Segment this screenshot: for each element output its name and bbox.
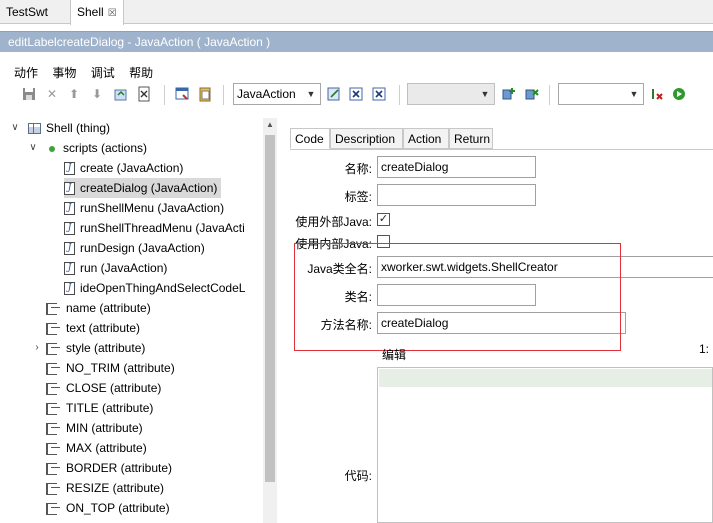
java-action-icon: J — [64, 162, 75, 176]
tag-input[interactable] — [377, 184, 536, 206]
tree-item-action[interactable]: Jrun (JavaAction) — [64, 258, 167, 278]
folder-icon — [49, 145, 55, 152]
attribute-icon — [46, 422, 61, 436]
tree-item-attribute[interactable]: MAX (attribute) — [46, 438, 147, 458]
editor-tab-shell[interactable]: Shell ☒ — [70, 0, 124, 25]
name-input[interactable]: createDialog — [377, 156, 536, 178]
current-line-highlight — [379, 369, 712, 387]
collapse-icon[interactable]: ∨ — [10, 118, 20, 138]
tree-item-attribute[interactable]: RESIZE (attribute) — [46, 478, 164, 498]
collapse-icon[interactable]: ∨ — [28, 138, 38, 158]
edit-link[interactable]: 编辑 — [382, 346, 406, 363]
attribute-icon — [46, 382, 61, 396]
attribute-icon — [46, 302, 61, 316]
tree-item-action[interactable]: JcreateDialog (JavaAction) — [64, 178, 222, 198]
save-icon[interactable] — [21, 86, 37, 102]
menu-help[interactable]: 帮助 — [129, 64, 153, 81]
tab-action[interactable]: Action — [403, 128, 449, 149]
tree-item-scripts[interactable]: ∨ scripts (actions) — [6, 138, 262, 158]
paste-icon[interactable] — [197, 86, 213, 102]
tree-scrollbar[interactable]: ▲ — [263, 118, 277, 523]
tree-item-attribute[interactable]: BORDER (attribute) — [46, 458, 172, 478]
use-outer-java-checkbox[interactable]: ✓ — [377, 213, 390, 226]
tree-item-action[interactable]: Jcreate (JavaAction) — [64, 158, 183, 178]
chevron-down-icon: ▼ — [629, 89, 639, 99]
run-target-select[interactable]: ▼ — [558, 83, 644, 105]
tree-item-attribute[interactable]: ON_TOP (attribute) — [46, 498, 170, 518]
editor-tab-testswt[interactable]: TestSwt — [0, 0, 54, 24]
highlight-box — [294, 243, 621, 351]
scrollbar-thumb[interactable] — [265, 135, 275, 482]
attribute-icon — [46, 462, 61, 476]
java-action-icon: J — [64, 242, 75, 256]
thing-tree: ∨ Shell (thing) ∨ scripts (actions) Jcre… — [6, 118, 262, 523]
java-action-icon: J — [64, 222, 75, 236]
java-action-icon: J — [64, 182, 75, 196]
code-label: 代码: — [344, 469, 372, 483]
tab-code[interactable]: Code — [290, 128, 330, 149]
menu-debug[interactable]: 调试 — [91, 64, 115, 81]
outline-icon[interactable] — [174, 86, 190, 102]
tree-item-action[interactable]: JrunShellMenu (JavaAction) — [64, 198, 224, 218]
tree-item-attribute[interactable]: CLOSE (attribute) — [46, 378, 161, 398]
attribute-icon — [46, 402, 61, 416]
remove-action-icon[interactable] — [348, 86, 364, 102]
menubar: 动作 事物 调试 帮助 — [14, 64, 164, 80]
remove-node-icon[interactable] — [523, 86, 539, 102]
tree-item-attribute[interactable]: NO_TRIM (attribute) — [46, 358, 175, 378]
thing-icon — [28, 123, 41, 135]
secondary-select[interactable]: ▼ — [407, 83, 495, 105]
tab-return[interactable]: Return — [449, 128, 493, 149]
menu-action[interactable]: 动作 — [14, 64, 38, 81]
tree-item-attribute[interactable]: text (attribute) — [46, 318, 140, 338]
use-outer-java-label: 使用外部Java: — [295, 215, 372, 229]
attribute-icon — [46, 342, 61, 356]
delete-icon[interactable]: ✕ — [44, 86, 60, 102]
attribute-icon — [46, 502, 61, 516]
editor-tab-bar: TestSwt Shell ☒ — [0, 0, 713, 25]
toolbar: ✕ ⬆ ⬇ JavaAction ▼ ▼ ▼ — [0, 83, 713, 107]
tree-item-action[interactable]: JideOpenThingAndSelectCodeL — [64, 278, 245, 298]
export-icon[interactable] — [136, 86, 152, 102]
add-node-icon[interactable] — [500, 86, 516, 102]
chevron-down-icon: ▼ — [306, 89, 316, 99]
java-action-icon: J — [64, 282, 75, 296]
run-icon[interactable] — [671, 86, 687, 102]
refresh-icon[interactable] — [113, 86, 129, 102]
tree-item-action[interactable]: JrunShellThreadMenu (JavaActi — [64, 218, 245, 238]
editor-title: editLabelcreateDialog - JavaAction ( Jav… — [0, 31, 713, 52]
tag-label: 标签: — [344, 190, 372, 204]
java-action-icon: J — [64, 262, 75, 276]
attribute-icon — [46, 482, 61, 496]
attribute-icon — [46, 322, 61, 336]
attribute-icon — [46, 362, 61, 376]
tree-item-action[interactable]: JrunDesign (JavaAction) — [64, 238, 205, 258]
code-editor[interactable] — [377, 367, 713, 523]
tree-item-attribute[interactable]: MIN (attribute) — [46, 418, 143, 438]
menu-thing[interactable]: 事物 — [52, 64, 76, 81]
java-action-icon: J — [64, 202, 75, 216]
tree-item-attribute[interactable]: name (attribute) — [46, 298, 151, 318]
edit-action-icon[interactable] — [326, 86, 342, 102]
close-tab-icon[interactable]: ☒ — [108, 8, 117, 19]
clear-action-icon[interactable] — [371, 86, 387, 102]
tree-item-attribute[interactable]: TITLE (attribute) — [46, 398, 153, 418]
chevron-down-icon: ▼ — [480, 89, 490, 99]
name-label: 名称: — [344, 162, 372, 176]
action-type-select[interactable]: JavaAction ▼ — [233, 83, 321, 105]
attribute-icon — [46, 442, 61, 456]
tab-description[interactable]: Description — [330, 128, 403, 149]
debug-icon[interactable] — [649, 86, 665, 102]
scroll-up-icon[interactable]: ▲ — [263, 118, 277, 132]
move-down-icon[interactable]: ⬇ — [89, 86, 105, 102]
expand-icon[interactable]: › — [32, 338, 42, 358]
cursor-position: 1: — [699, 342, 710, 356]
move-up-icon[interactable]: ⬆ — [66, 86, 82, 102]
